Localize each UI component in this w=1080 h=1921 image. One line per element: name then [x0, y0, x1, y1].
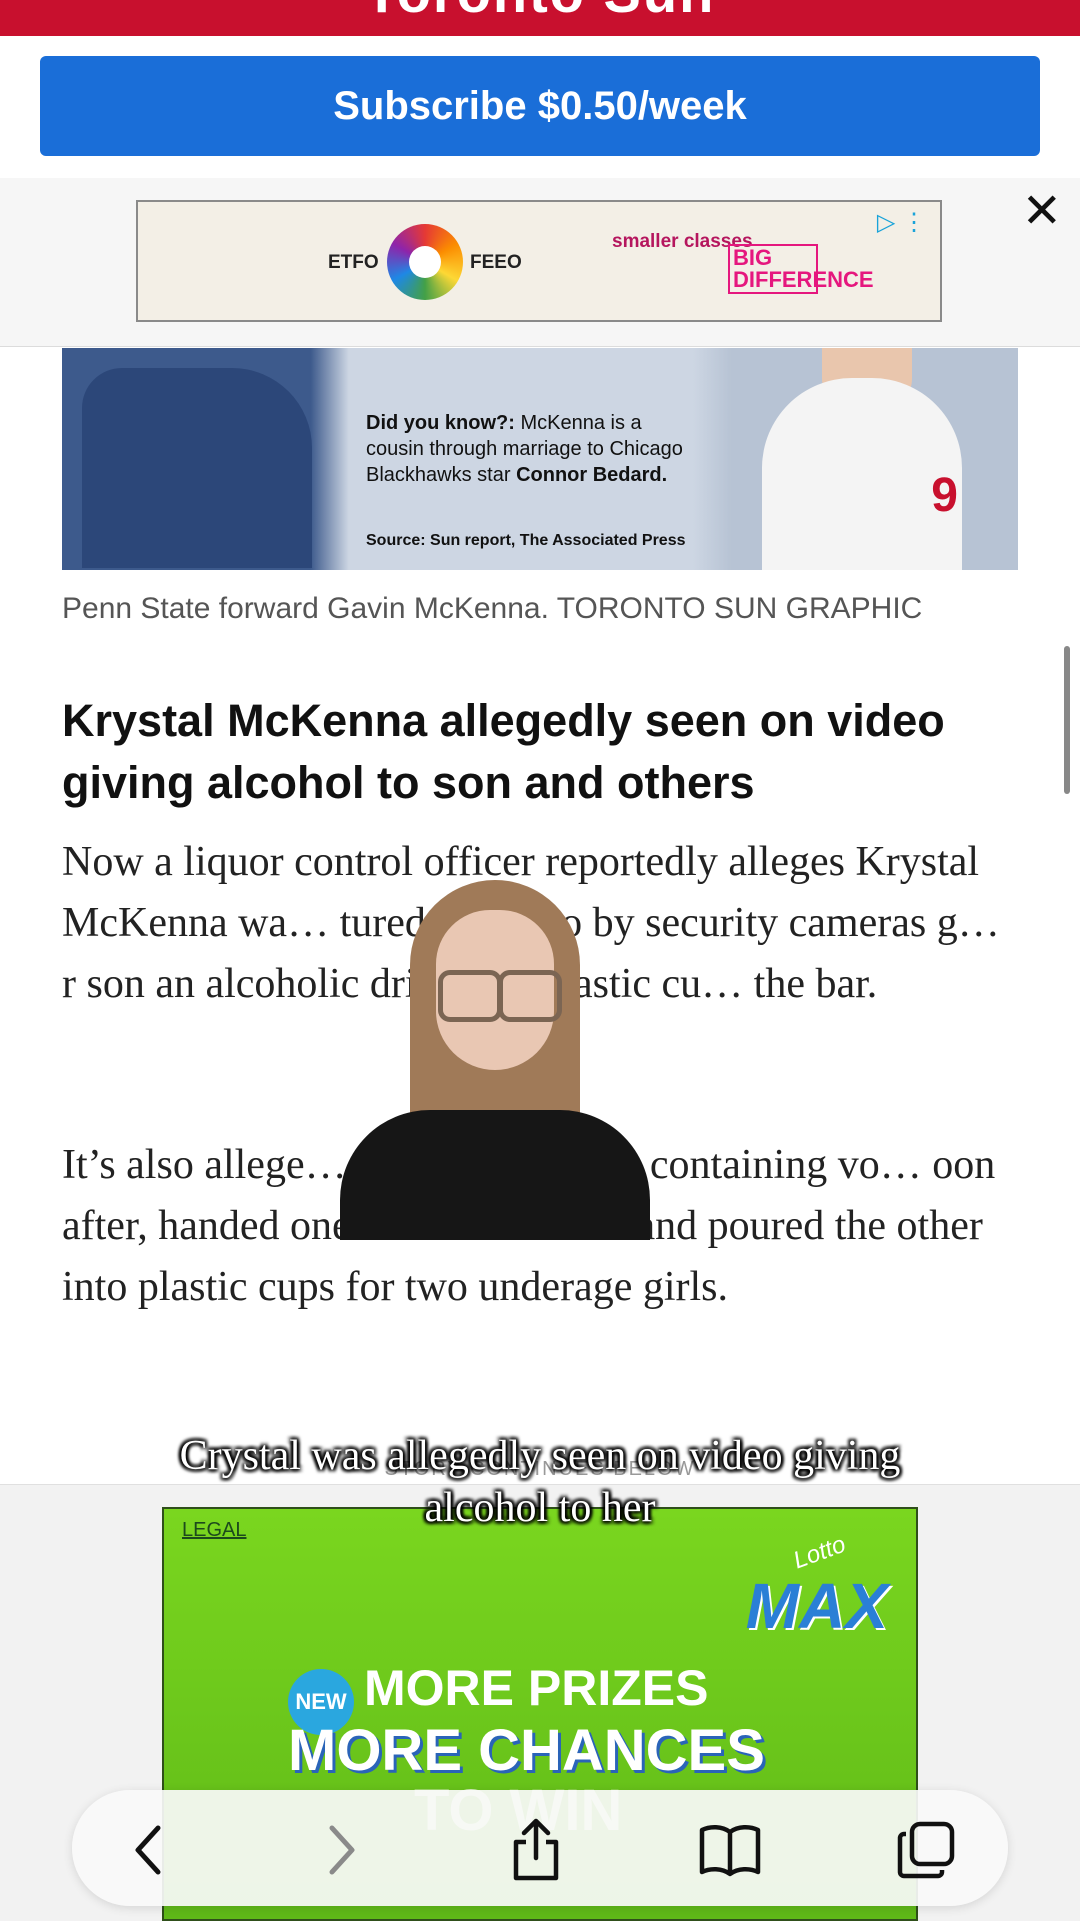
video-subtitle: Crystal was allegedly seen on video givi…	[179, 1433, 901, 1531]
masthead[interactable]: Toronto Sun	[0, 0, 1080, 36]
lotto-max-logo: MAX	[745, 1570, 888, 1642]
presenter-video-overlay	[340, 880, 650, 1240]
etfo-logo-icon	[387, 224, 463, 300]
blackhawks-player-image	[762, 378, 962, 570]
top-ad-banner: ETFO FEEO smaller classes BIG DIFFERENCE…	[0, 178, 1080, 347]
close-icon[interactable]: ✕	[1022, 188, 1062, 236]
adchoices-icon[interactable]: ▷ ⋮	[877, 208, 926, 237]
subscribe-bar: Subscribe $0.50/week	[0, 36, 1080, 179]
bookmarks-icon[interactable]	[698, 1818, 762, 1882]
glasses-icon	[438, 970, 502, 1022]
article-graphic: Did you know?: McKenna is a cousin throu…	[62, 348, 1018, 570]
did-you-know-box: Did you know?: McKenna is a cousin throu…	[366, 412, 683, 486]
ad-tagline-emphasis: BIG DIFFERENCE	[728, 244, 874, 294]
etfo-ad[interactable]: ETFO FEEO smaller classes BIG DIFFERENCE…	[136, 200, 942, 322]
scrollbar[interactable]	[1064, 646, 1070, 794]
site-brand[interactable]: Toronto Sun	[0, 0, 1080, 25]
ad-line-1: MORE PRIZES	[364, 1660, 709, 1716]
feeo-text: FEEO	[470, 252, 522, 273]
tabs-icon[interactable]	[894, 1818, 958, 1882]
presenter-shirt	[340, 1110, 650, 1240]
back-icon[interactable]	[116, 1818, 180, 1882]
browser-toolbar	[72, 1790, 1008, 1906]
graphic-source: Source: Sun report, The Associated Press	[366, 532, 686, 549]
glasses-icon	[498, 970, 562, 1022]
share-icon[interactable]	[504, 1818, 568, 1882]
subscribe-button[interactable]: Subscribe $0.50/week	[40, 56, 1040, 156]
forward-icon[interactable]	[310, 1818, 374, 1882]
article-subheading: Krystal McKenna allegedly seen on video …	[62, 695, 945, 808]
etfo-text: ETFO	[328, 252, 379, 273]
ad-line-2: MORE CHANCES	[288, 1718, 765, 1783]
penn-state-player-image	[82, 368, 312, 568]
image-caption: Penn State forward Gavin McKenna. TORONT…	[62, 592, 923, 625]
